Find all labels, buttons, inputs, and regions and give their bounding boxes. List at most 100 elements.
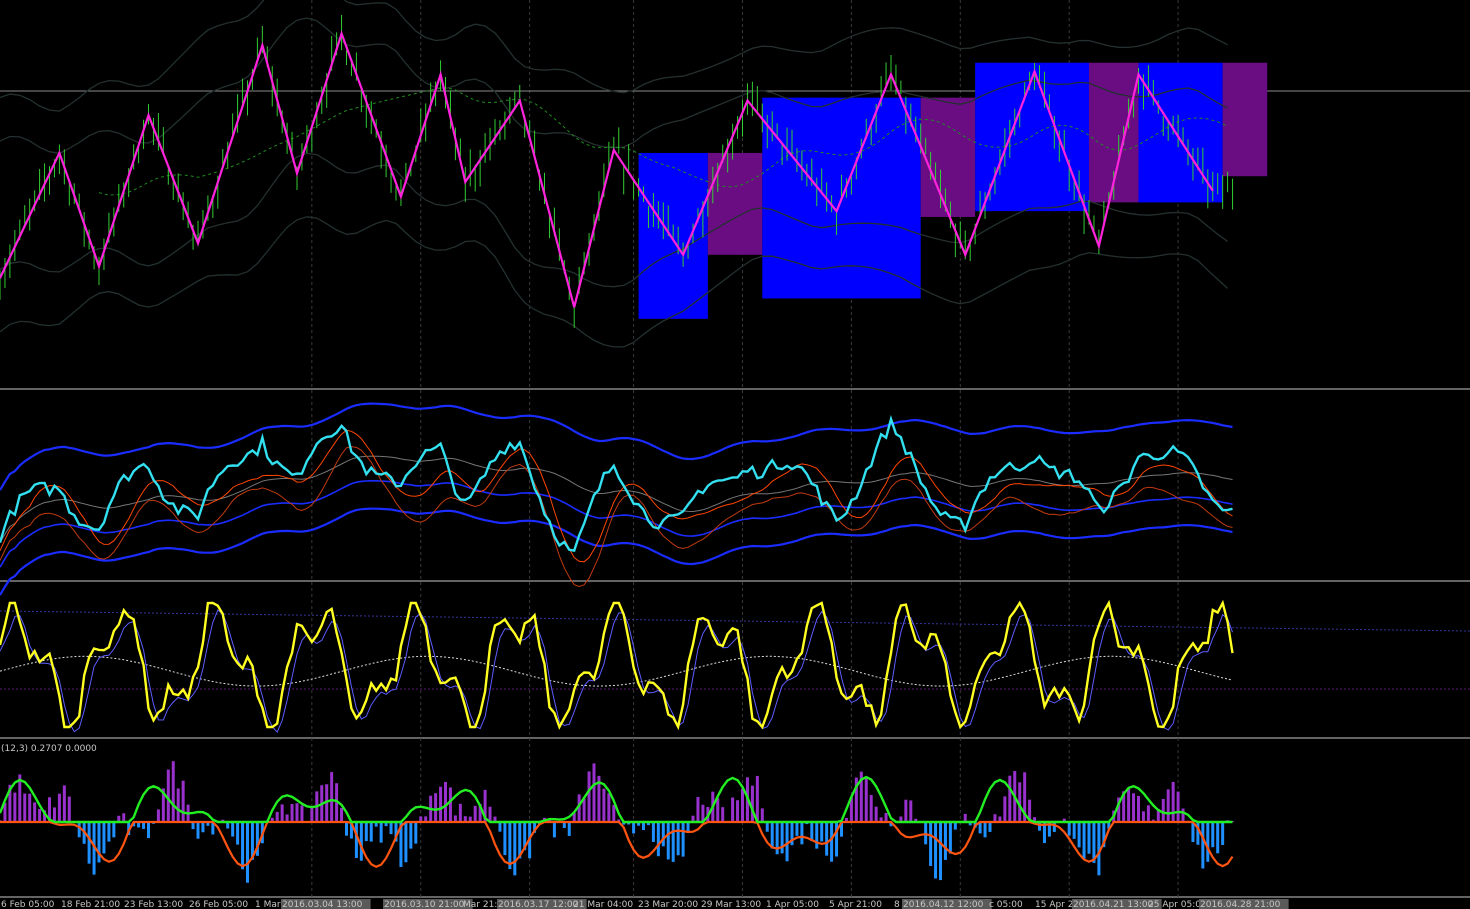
histogram-bar-192: [948, 822, 952, 854]
histogram-bar-176: [869, 795, 873, 822]
histogram-bar-41: [201, 822, 205, 833]
histogram-bar-184: [909, 800, 913, 822]
axis-label-4: 1 Mar: [255, 900, 281, 909]
histogram-bar-6: [28, 793, 32, 822]
histogram-bar-34: [166, 769, 170, 822]
axis-label-0: 6 Feb 05:00: [1, 900, 55, 909]
histogram-bar-63: [310, 806, 314, 822]
axis-label-1: 18 Feb 21:00: [61, 900, 120, 909]
histogram-bar-123: [607, 793, 611, 822]
histogram-bar-162: [800, 822, 804, 845]
histogram-bar-145: [716, 798, 720, 822]
axis-label-16: c 05:00: [989, 900, 1023, 909]
axis-label-11: 29 Mar 13:00: [701, 900, 761, 909]
histogram-bar-75: [369, 822, 373, 842]
histogram-bar-67: [330, 772, 334, 822]
histogram-bar-74: [364, 822, 368, 842]
histogram-bar-88: [434, 793, 438, 822]
axis-label-3: 26 Feb 05:00: [189, 900, 248, 909]
histogram-bar-83: [409, 822, 413, 849]
histogram-bar-190: [939, 822, 942, 881]
histogram-bar-168: [830, 822, 834, 862]
histogram-bar-200: [988, 822, 992, 832]
histogram-bar-210: [1038, 822, 1041, 831]
axis-label-15: 2016.04.12 12:00: [903, 900, 984, 909]
histogram-bar-21: [102, 822, 106, 854]
histogram-bar-204: [1008, 775, 1012, 822]
histogram-bar-220: [1087, 822, 1091, 854]
histogram-bar-149: [736, 800, 740, 822]
histogram-bar-188: [929, 822, 933, 866]
histogram-bar-13: [62, 785, 66, 822]
histogram-bar-150: [741, 788, 744, 822]
indicator3-label: (12,3) 0.2707 0.0000: [1, 744, 97, 754]
histogram-bar-161: [795, 822, 799, 836]
histogram-bar-217: [1072, 822, 1076, 839]
histogram-bar-136: [671, 822, 675, 862]
histogram-bar-137: [676, 822, 680, 856]
histogram-bar-25: [122, 813, 126, 822]
histogram-bar-247: [1221, 822, 1225, 845]
histogram-bar-245: [1211, 822, 1215, 848]
histogram-bar-133: [656, 822, 660, 857]
histogram-bar-135: [666, 822, 670, 860]
histogram-bar-139: [686, 822, 690, 832]
histogram-bar-60: [295, 803, 299, 822]
histogram-bar-164: [810, 822, 814, 842]
zone-purple-1: [707, 152, 763, 255]
histogram-bar-238: [1176, 791, 1180, 822]
histogram-bar-23: [112, 822, 116, 838]
histogram-bar-12: [57, 793, 61, 822]
histogram-bar-16: [77, 822, 81, 838]
histogram-bar-124: [612, 804, 616, 822]
histogram-bar-57: [280, 804, 284, 822]
histogram-bar-58: [285, 814, 289, 822]
histogram-bar-153: [755, 775, 759, 822]
histogram-bar-35: [171, 761, 175, 822]
histogram-bar-230: [1137, 796, 1140, 822]
axis-label-13: 5 Apr 21:00: [829, 900, 882, 909]
histogram-bar-166: [820, 822, 824, 842]
histogram-bar-37: [181, 780, 185, 822]
chart-window[interactable]: (12,3) 0.2707 0.0000 6 Feb 05:00 18 Feb 2…: [0, 0, 1470, 909]
histogram-bar-59: [290, 803, 294, 822]
histogram-bar-154: [760, 808, 764, 822]
histogram-bar-47: [231, 822, 235, 837]
histogram-bar-82: [404, 822, 408, 863]
histogram-bar-231: [1141, 811, 1145, 822]
histogram-bar-175: [864, 777, 868, 822]
histogram-bar-36: [176, 788, 180, 822]
histogram-bar-191: [943, 822, 947, 860]
histogram-bar-14: [67, 796, 71, 822]
histogram-bar-155: [765, 822, 769, 832]
histogram-bar-93: [458, 803, 462, 822]
histogram-bar-218: [1077, 822, 1081, 848]
histogram-bar-48: [236, 822, 240, 845]
zone-blue-6: [1138, 62, 1223, 203]
histogram-bar-128: [632, 822, 636, 834]
histogram-bar-112: [552, 822, 556, 838]
histogram-bar-22: [107, 822, 111, 842]
zone-purple-3: [920, 97, 976, 217]
histogram-bar-61: [300, 805, 304, 822]
axis-label-10: 23 Mar 20:00: [638, 900, 698, 909]
histogram-bar-79: [389, 822, 393, 835]
histogram-bar-167: [825, 822, 829, 856]
histogram-bar-89: [439, 786, 443, 822]
histogram-bar-115: [567, 822, 571, 836]
histogram-bar-239: [1181, 808, 1185, 822]
histogram-bar-241: [1191, 822, 1195, 843]
histogram-bar-236: [1166, 789, 1170, 822]
histogram-bar-11: [52, 807, 56, 822]
histogram-bar-134: [661, 822, 665, 847]
histogram-bar-179: [884, 813, 888, 822]
axis-label-6: 2016.03.10 21:00: [384, 900, 465, 909]
histogram-bar-141: [696, 796, 700, 822]
histogram-bar-3: [13, 792, 17, 822]
histogram-bar-96: [473, 805, 477, 822]
histogram-bar-132: [651, 822, 655, 842]
histogram-bar-70: [345, 822, 348, 836]
histogram-bar-229: [1132, 793, 1136, 822]
histogram-bar-216: [1067, 822, 1071, 836]
histogram-bar-90: [444, 781, 447, 822]
